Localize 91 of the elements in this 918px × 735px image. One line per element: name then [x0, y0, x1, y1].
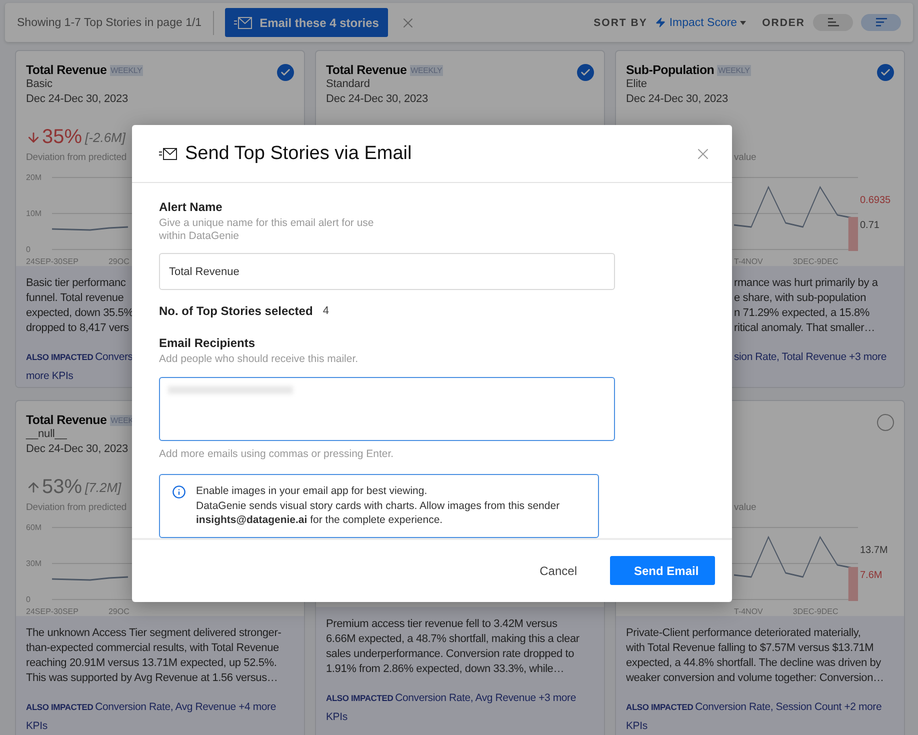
date-range: Dec 24-Dec 30, 2023	[626, 92, 728, 107]
impacted-kpis-link[interactable]: sion Rate, Total Revenue +3 more	[734, 351, 886, 363]
value-label: 7.6M	[860, 570, 882, 582]
field-label: Alert Name	[159, 200, 222, 214]
axis-tick-label: 60M	[26, 523, 43, 532]
deviation-amount: [7.2M]	[85, 480, 122, 495]
results-count: Showing 1-7 Top Stories in page 1/1	[17, 10, 214, 34]
date-range: Dec 24-Dec 30, 2023	[26, 92, 128, 107]
cancel-button[interactable]: Cancel	[524, 556, 593, 586]
email-stories-button[interactable]: Email these 4 stories	[224, 8, 388, 37]
axis-tick-label: 3DEC-9DEC	[792, 607, 838, 616]
story-summary: The unknown Access Tier segment delivered stronger- than-expected commercial results, with Total Revenue reaching 20.91M versus 13.71M expected, up 52.5%. This was supported by Avg Revenue at 1.56 versus…	[26, 626, 282, 686]
story-title: Total Revenue	[26, 413, 107, 427]
field-help-text: Add people who should receive this mailer.	[159, 353, 358, 366]
deviation-caption: value	[734, 152, 756, 165]
also-impacted-label: ALSO IMPACTED	[26, 352, 94, 362]
sort-bars-icon	[828, 18, 838, 27]
select-checkbox[interactable]	[277, 64, 294, 81]
segment-text: Standard	[326, 77, 370, 92]
also-impacted-label: ALSO IMPACTED	[626, 702, 694, 712]
segment-text: __null__	[26, 427, 67, 442]
select-checkbox[interactable]	[877, 414, 894, 431]
story-summary: Basic tier performanc funnel. Total revenue expected, down 35.5% dropped to 8,417 vers	[26, 276, 134, 336]
alert-name-field[interactable]: Total Revenue	[159, 253, 615, 290]
story-summary: Premium access tier revenue fell to 3.42M versus 6.66M expected, a 48.7% shortfall, making this a clear sales underperformance. Conversion rate dropped to 1.91% from 2.86% expected, down 33.3%, while…	[326, 617, 580, 677]
impacted-kpis-link[interactable]: Conversion Rate, Avg Revenue +4 more	[95, 701, 276, 713]
caret-icon	[740, 20, 746, 24]
impacted-kpis-link[interactable]: Convers	[95, 351, 133, 363]
value-label: 0.6935	[860, 195, 891, 206]
notice-text: DataGenie sends visual story cards with charts. Allow images from this sender insights@datagenie.ai for the complete experience.	[196, 498, 561, 528]
story-summary: Private-Client performance deteriorated materially, with Total Revenue falling to $7.57M versus $13.71M expected, a 44.8% shortfall. The decline was driven by weaker conversion and volume together: Conversion…	[626, 626, 884, 686]
select-checkbox[interactable]	[877, 64, 894, 81]
stories-count: 4	[322, 305, 329, 318]
check-icon	[580, 67, 591, 78]
dialog-title: Send Top Stories via Email	[185, 142, 413, 165]
impacted-kpis-link[interactable]: KPIs	[26, 720, 48, 732]
recipients-field[interactable]	[159, 377, 615, 442]
select-checkbox[interactable]	[577, 64, 594, 81]
axis-tick-label: 20M	[26, 173, 43, 182]
date-range: Dec 24-Dec 30, 2023	[326, 92, 428, 107]
segment-text: Basic	[26, 77, 52, 92]
field-help-text: Give a unique name for this email alert for use within DataGenie	[159, 217, 375, 244]
axis-tick-label: 29OC	[108, 607, 130, 616]
axis-tick-label: 0	[26, 244, 32, 254]
axis-tick-label: T-4NOV	[734, 257, 763, 266]
segment-text: Elite	[626, 77, 647, 92]
axis-tick-label: 3DEC-9DEC	[792, 257, 838, 266]
also-impacted-label: ALSO IMPACTED	[326, 693, 394, 703]
deviation-caption: Deviation from predicted	[26, 152, 127, 165]
notice-heading: Enable images in your email app for best viewing.	[196, 484, 428, 499]
axis-tick-label: 24SEP-30SEP	[26, 257, 78, 266]
deviation-caption: Deviation from predicted	[26, 502, 127, 515]
lightning-icon	[655, 17, 666, 28]
impacted-kpis-link[interactable]: KPIs	[626, 720, 648, 732]
sort-bars-icon	[876, 18, 886, 27]
axis-tick-label: 0	[26, 594, 32, 604]
order-label: ORDER	[762, 16, 805, 28]
check-icon	[280, 67, 291, 78]
date-range: Dec 24-Dec 30, 2023	[26, 442, 128, 457]
order-toggle[interactable]	[813, 14, 853, 31]
mail-icon	[159, 148, 177, 160]
impacted-kpis-link[interactable]: more KPIs	[26, 370, 74, 382]
info-icon	[172, 485, 186, 500]
deviation-caption: value	[734, 502, 756, 515]
sort-by-label: SORT BY	[594, 16, 648, 28]
axis-tick-label: 10M	[26, 208, 43, 218]
check-icon	[880, 67, 891, 78]
story-title: Sub-Population	[626, 63, 714, 77]
send-email-button[interactable]: Send Email	[610, 556, 715, 586]
value-label: 0.71	[860, 220, 880, 232]
impacted-kpis-link[interactable]: Conversion Rate, Session Count +2 more	[695, 701, 882, 713]
mail-icon	[234, 16, 252, 28]
impacted-kpis-link[interactable]: KPIs	[326, 711, 348, 723]
field-hint: Add more emails using commas or pressing Enter.	[159, 448, 394, 460]
story-title: Total Revenue	[326, 63, 407, 77]
field-label: Email Recipients	[159, 336, 256, 350]
order-toggle[interactable]	[861, 14, 901, 31]
axis-tick-label: 30M	[26, 558, 43, 568]
also-impacted-label: ALSO IMPACTED	[26, 702, 94, 712]
impacted-kpis-link[interactable]: Conversion Rate, Avg Revenue +3 more	[395, 692, 576, 704]
story-summary: rmance was hurt primarily by a e share, with sub-population n 71.29% expected, a 15.8% ritical anomaly. That smaller…	[734, 276, 878, 336]
deviation-percent: 53%	[42, 476, 82, 499]
axis-tick-label: 24SEP-30SEP	[26, 607, 78, 616]
deviation-percent: 35%	[42, 126, 82, 149]
axis-tick-label: 29OC	[108, 257, 130, 266]
sort-dropdown[interactable]: Impact Score	[651, 16, 746, 28]
deviation-amount: [-2.6M]	[85, 130, 126, 145]
axis-tick-label: T-4NOV	[734, 607, 763, 616]
story-title: Total Revenue	[26, 63, 107, 77]
field-label: No. of Top Stories selected	[159, 304, 313, 318]
value-label: 13.7M	[860, 545, 888, 556]
